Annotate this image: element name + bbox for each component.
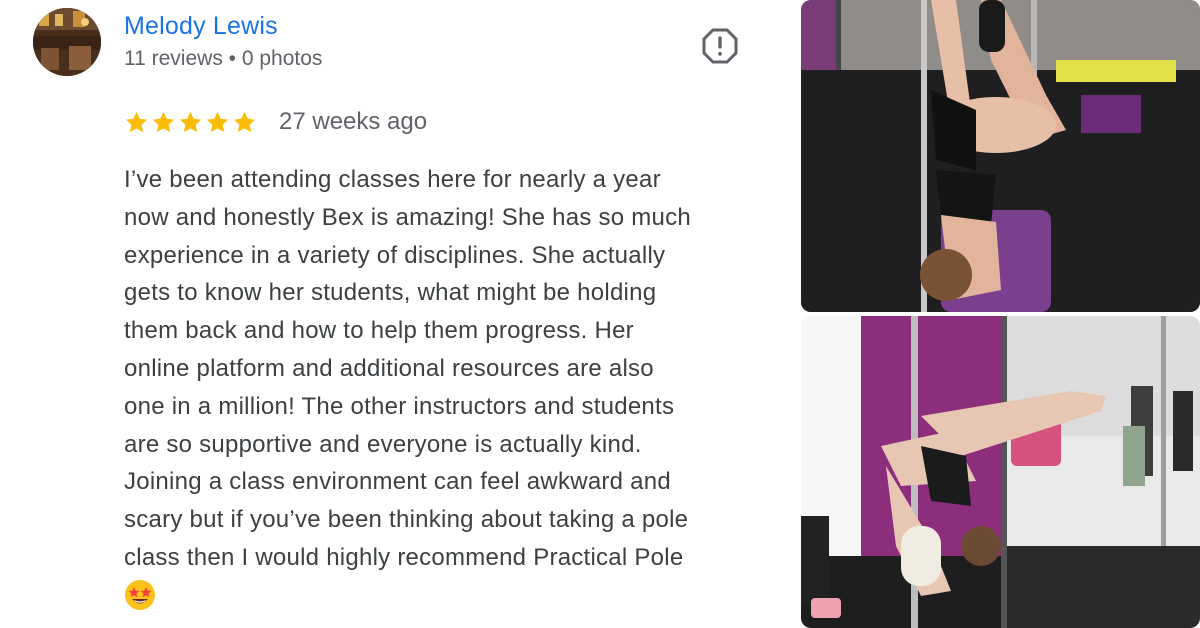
review-time: 27 weeks ago [279,108,428,135]
star-icon [206,111,229,133]
review-text-line: are so supportive and everyone is actual… [124,430,642,458]
review-text-line: now and honestly Bex is amazing! She has… [124,203,691,231]
review-text: I’ve been attending classes here for nea… [124,161,764,577]
star-icon [233,111,256,133]
review-text-line: gets to know her students, what might be… [124,279,657,307]
star-rating [124,110,257,136]
report-icon[interactable] [702,28,738,64]
star-icon [125,111,148,133]
review-card: Melody Lewis 11 reviews • 0 photos 27 we… [0,0,790,628]
review-photo-2[interactable] [801,316,1200,628]
review-text-line: one in a million! The other instructors … [124,392,675,420]
review-text-line: class then I would highly recommend Prac… [124,543,684,571]
review-text-line: scary but if you’ve been thinking about … [124,506,689,534]
star-struck-emoji [124,579,156,611]
reviewer-meta: 11 reviews • 0 photos [124,47,323,70]
reviewer-name[interactable]: Melody Lewis [124,12,278,41]
star-icon [179,111,202,133]
review-text-line: them back and how to help them progress.… [124,317,634,345]
review-text-line: online platform and additional resources… [124,354,654,382]
review-photo-1[interactable] [801,0,1200,312]
review-text-line: Joining a class environment can feel awk… [124,468,671,496]
reviewer-avatar[interactable] [33,8,101,76]
review-text-line: I’ve been attending classes here for nea… [124,166,661,193]
review-text-line: experience in a variety of disciplines. … [124,241,666,269]
star-icon [152,111,175,133]
